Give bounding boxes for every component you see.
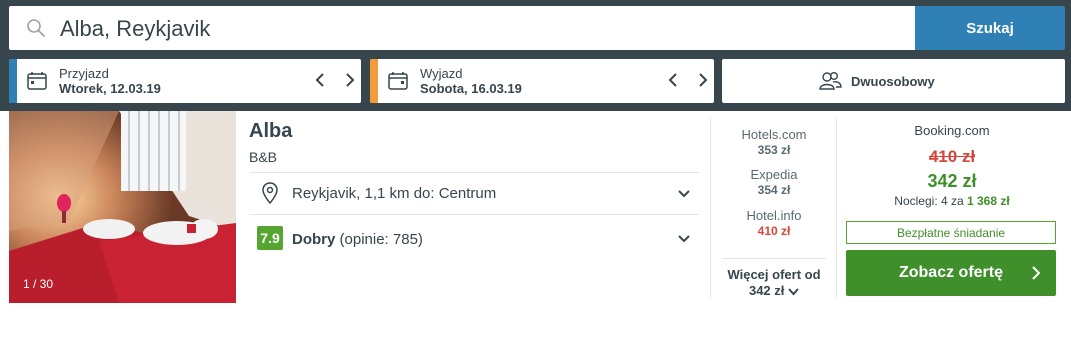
checkin-accent <box>9 59 17 103</box>
divider <box>722 258 826 259</box>
checkin-arrows <box>315 71 355 89</box>
deal-site: Hotel.info <box>746 208 802 223</box>
search-header: Alba, Reykjavik Szukaj Przyjazd Wtorek, … <box>0 0 1071 111</box>
checkout-value: Sobota, 16.03.19 <box>420 81 522 96</box>
rating-summary: Dobry (opinie: 785) <box>292 231 423 248</box>
chevron-down-icon[interactable] <box>678 190 690 198</box>
rating-label: Dobry <box>292 231 336 248</box>
hotel-photo[interactable]: 1 / 30 <box>9 111 236 303</box>
divider <box>249 214 699 215</box>
old-price: 410 zł <box>928 147 976 166</box>
checkout-accent <box>370 59 378 103</box>
chevron-right-icon[interactable] <box>698 71 708 89</box>
checkout-arrows <box>668 71 708 89</box>
search-icon <box>27 19 45 37</box>
calendar-icon <box>27 72 47 90</box>
view-deal-label: Zobacz ofertę <box>898 264 1003 281</box>
location-text: Reykjavik, 1,1 km do: Centrum <box>292 185 497 202</box>
new-price: 342 zł <box>927 171 977 191</box>
chevron-down-icon[interactable] <box>678 235 690 243</box>
rating-score-badge: 7.9 <box>257 226 283 250</box>
hotel-name[interactable]: Alba <box>249 120 292 143</box>
deal-hotel-info[interactable]: Hotel.info 410 zł <box>712 208 836 238</box>
main-deal-site: Booking.com <box>914 123 990 138</box>
search-button[interactable]: Szukaj <box>915 6 1065 50</box>
chevron-left-icon[interactable] <box>315 71 325 89</box>
search-query-text: Alba, Reykjavik <box>60 16 211 41</box>
more-offers-label: Więcej ofert od <box>727 267 821 282</box>
calendar-icon <box>388 72 408 90</box>
free-breakfast-badge: Bezpłatne śniadanie <box>846 221 1056 244</box>
divider <box>836 118 837 298</box>
deal-site: Expedia <box>750 167 798 182</box>
hotel-photo-image <box>9 111 236 303</box>
chevron-down-icon <box>788 287 799 296</box>
deal-price: 354 zł <box>757 183 791 197</box>
room-type-label: Dwuosobowy <box>851 74 935 89</box>
view-deal-button[interactable]: Zobacz ofertę <box>846 250 1056 296</box>
checkin-value: Wtorek, 12.03.19 <box>59 81 161 96</box>
nights-total: 1 368 zł <box>967 194 1010 208</box>
photo-counter: 1 / 30 <box>23 277 54 291</box>
chevron-left-icon[interactable] <box>668 71 678 89</box>
guests-icon <box>819 72 842 90</box>
more-offers-price: 342 zł <box>748 283 785 298</box>
chevron-right-icon[interactable] <box>345 71 355 89</box>
checkin-label: Przyjazd <box>59 66 109 81</box>
checkout-label: Wyjazd <box>420 66 463 81</box>
chevron-right-icon <box>1032 266 1040 280</box>
deal-site: Hotels.com <box>741 127 807 142</box>
location-row[interactable]: Reykjavik, 1,1 km do: Centrum <box>249 172 699 214</box>
divider <box>710 118 711 298</box>
nights-summary: Noclegi: 4 za 1 368 zł <box>838 194 1066 208</box>
deal-price: 353 zł <box>757 143 791 157</box>
nights-prefix: Noclegi: 4 za <box>894 194 967 208</box>
checkout-date-picker[interactable]: Wyjazd Sobota, 16.03.19 <box>370 59 714 103</box>
old-price-wrap: 410 zł <box>838 147 1066 167</box>
rating-reviews: (opinie: 785) <box>339 231 423 248</box>
deal-expedia[interactable]: Expedia 354 zł <box>712 167 836 197</box>
deal-hotels-com[interactable]: Hotels.com 353 zł <box>712 127 836 157</box>
search-input[interactable]: Alba, Reykjavik <box>9 6 915 50</box>
deal-price: 410 zł <box>757 224 791 238</box>
more-offers-link[interactable]: Więcej ofert od 342 zł <box>712 267 836 298</box>
location-pin-icon <box>262 182 278 204</box>
checkin-date-picker[interactable]: Przyjazd Wtorek, 12.03.19 <box>9 59 361 103</box>
more-offers-price-row: 342 zł <box>712 283 836 298</box>
rating-row[interactable]: 7.9 Dobry (opinie: 785) <box>249 216 699 260</box>
hotel-type: B&B <box>249 149 278 165</box>
room-type-selector[interactable]: Dwuosobowy <box>722 59 1065 103</box>
